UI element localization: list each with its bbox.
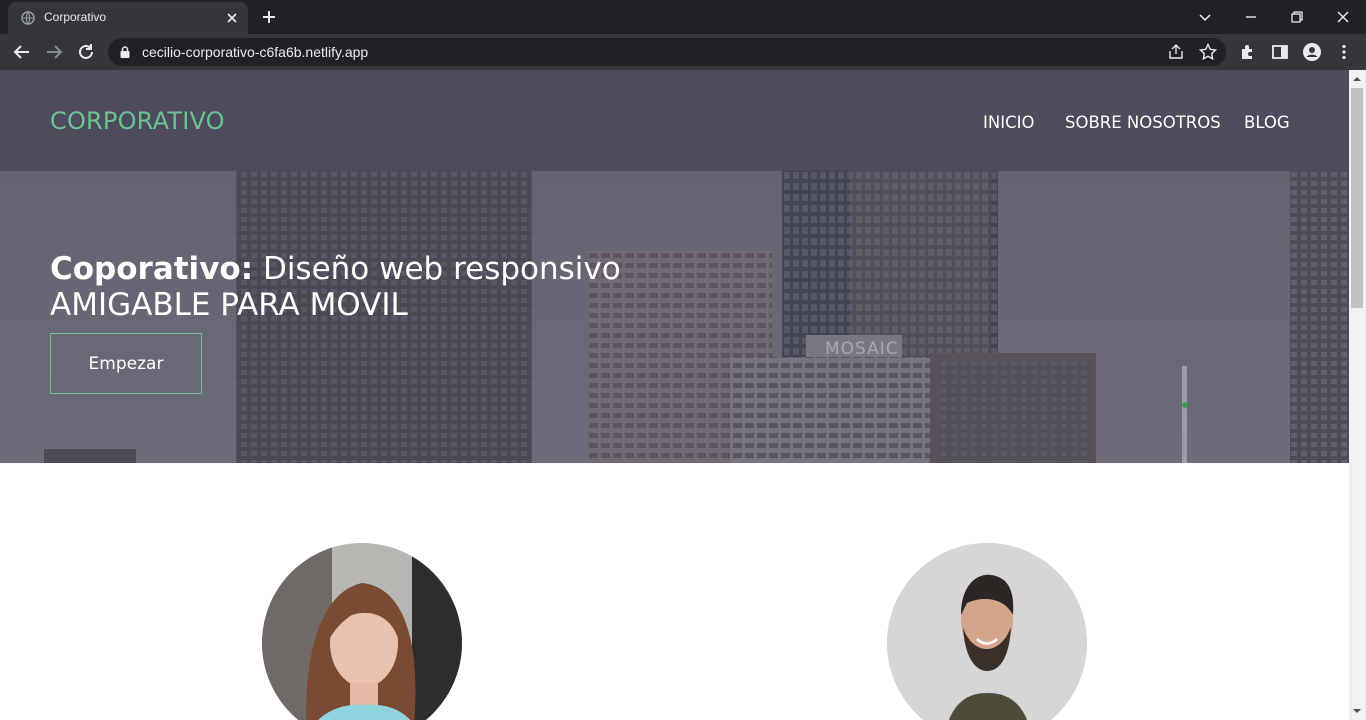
team-member-photo-man	[887, 543, 1087, 720]
bookmark-star-icon[interactable]	[1198, 42, 1218, 62]
minimize-icon[interactable]	[1240, 6, 1262, 28]
new-tab-icon[interactable]	[259, 7, 279, 27]
nav-link-inicio[interactable]: INICIO	[983, 113, 1034, 132]
browser-tab[interactable]: Corporativo	[8, 2, 248, 34]
page-scrollbar[interactable]	[1349, 70, 1366, 720]
hero-title: Coporativo: Diseño web responsivo AMIGAB…	[50, 251, 621, 323]
site-logo[interactable]: CORPORATIVO	[50, 107, 225, 135]
close-window-icon[interactable]	[1332, 6, 1354, 28]
profile-icon[interactable]	[1302, 42, 1322, 62]
restore-icon[interactable]	[1286, 6, 1308, 28]
forward-icon[interactable]	[43, 41, 65, 63]
globe-icon	[21, 11, 35, 25]
nav-link-blog[interactable]: BLOG	[1244, 113, 1290, 132]
close-tab-icon[interactable]	[224, 10, 240, 26]
site-header: CORPORATIVO INICIO SOBRE NOSOTROS BLOG	[0, 70, 1349, 171]
url-text[interactable]: cecilio-corporativo-c6fa6b.netlify.app	[142, 44, 368, 60]
scrollbar-thumb[interactable]	[1351, 88, 1363, 308]
scroll-up-arrow-icon[interactable]	[1353, 75, 1361, 83]
back-icon[interactable]	[11, 41, 33, 63]
browser-tab-strip: Corporativo	[0, 0, 1366, 34]
nav-link-sobre-nosotros[interactable]: SOBRE NOSOTROS	[1065, 113, 1221, 132]
share-icon[interactable]	[1166, 42, 1186, 62]
reload-icon[interactable]	[75, 41, 97, 63]
hero-subtitle: AMIGABLE PARA MOVIL	[50, 287, 408, 323]
hero-title-bold: Coporativo:	[50, 251, 254, 287]
lock-icon[interactable]	[118, 45, 132, 59]
empezar-button[interactable]: Empezar	[50, 333, 202, 394]
tab-title: Corporativo	[44, 10, 107, 24]
hero-banner: MOSAIC Coporativo: Diseño web responsivo…	[0, 171, 1349, 463]
hero-title-rest: Diseño web responsivo	[253, 251, 621, 287]
extensions-icon[interactable]	[1238, 42, 1258, 62]
tab-search-chevron-icon[interactable]	[1194, 6, 1216, 28]
side-panel-icon[interactable]	[1270, 42, 1290, 62]
page-viewport: CORPORATIVO INICIO SOBRE NOSOTROS BLOG M…	[0, 70, 1349, 720]
team-member-photo-woman	[262, 543, 462, 720]
menu-kebab-icon[interactable]	[1334, 42, 1354, 62]
scroll-down-arrow-icon[interactable]	[1353, 707, 1361, 715]
